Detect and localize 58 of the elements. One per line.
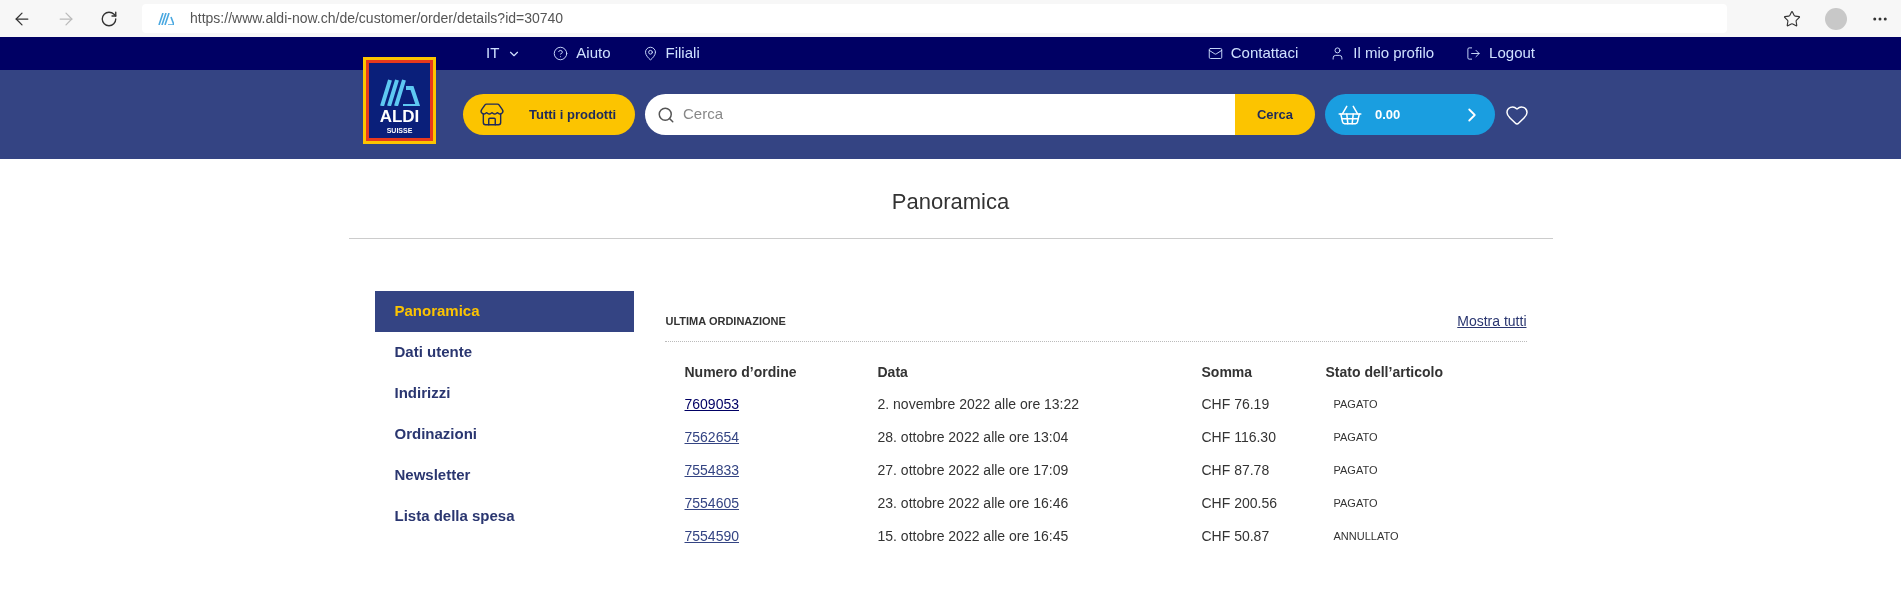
nav-link[interactable]: Filiali	[642, 42, 700, 65]
search-input[interactable]: Cerca	[683, 103, 1235, 126]
column-header: Data	[877, 362, 909, 382]
nav-link[interactable]: Logout	[1466, 42, 1535, 65]
search-icon	[657, 105, 675, 124]
sidebar-item[interactable]: Ordinazioni	[374, 414, 634, 455]
logout-icon	[1466, 46, 1482, 61]
column-header: Stato dell’articolo	[1325, 362, 1444, 382]
order-status: PAGATO	[1332, 397, 1379, 413]
order-sum: CHF 116.30	[1201, 428, 1277, 447]
column-header: Numero d’ordine	[684, 362, 798, 382]
sidebar-item[interactable]: Lista della spesa	[374, 496, 634, 537]
favorites-icon[interactable]	[1783, 9, 1801, 28]
show-all-link[interactable]: Mostra tutti	[1457, 310, 1527, 332]
order-number-link[interactable]: 7554833	[684, 460, 739, 481]
site-icon	[158, 12, 174, 25]
order-date: 28. ottobre 2022 alle ore 13:04	[877, 428, 1070, 447]
nav-link[interactable]: Aiuto	[553, 42, 611, 65]
column-header: Somma	[1201, 362, 1254, 382]
location-pin-icon	[642, 46, 658, 61]
mail-icon	[1207, 46, 1223, 61]
all-products-button[interactable]: Tutti i prodotti	[463, 94, 635, 135]
order-date: 2. novembre 2022 alle ore 13:22	[877, 395, 1081, 414]
section-title: ULTIMA ORDINAZIONE	[665, 313, 786, 329]
language-selector[interactable]: IT	[486, 42, 522, 65]
url-text: https://www.aldi-now.ch/de/customer/order/details?id=30740	[190, 9, 564, 28]
address-bar[interactable]: https://www.aldi-now.ch/de/customer/order/details?id=30740	[142, 4, 1727, 33]
order-status: PAGATO	[1332, 496, 1379, 512]
order-date: 27. ottobre 2022 alle ore 17:09	[877, 461, 1070, 480]
order-sum: CHF 76.19	[1201, 395, 1271, 414]
order-number-link[interactable]: 7562654	[684, 427, 739, 448]
order-date: 15. ottobre 2022 alle ore 16:45	[877, 527, 1070, 546]
sidebar-item[interactable]: Panoramica	[374, 291, 634, 332]
logo-text: ALDI	[379, 108, 420, 125]
search-button[interactable]: Cerca	[1235, 94, 1315, 135]
sidebar-item[interactable]: Dati utente	[374, 332, 634, 373]
order-sum: CHF 50.87	[1201, 527, 1271, 546]
order-sum: CHF 200.56	[1201, 494, 1278, 513]
shop-icon	[479, 101, 505, 128]
order-sum: CHF 87.78	[1201, 461, 1271, 480]
help-icon	[553, 46, 569, 61]
search-field[interactable]: Cerca	[645, 94, 1235, 135]
user-icon	[1330, 46, 1346, 61]
stripes-icon	[379, 78, 420, 106]
order-status: PAGATO	[1332, 463, 1379, 479]
sidebar-item[interactable]: Indirizzi	[374, 373, 634, 414]
order-number-link[interactable]: 7554590	[684, 526, 739, 547]
order-status: PAGATO	[1332, 430, 1379, 446]
nav-link[interactable]: Contattaci	[1207, 42, 1299, 65]
cart-total: 0.00	[1375, 105, 1401, 124]
sidebar-item[interactable]: Newsletter	[374, 455, 634, 496]
order-number-link[interactable]: 7554605	[684, 493, 739, 514]
order-status: ANNULLATO	[1332, 529, 1400, 545]
order-date: 23. ottobre 2022 alle ore 16:46	[877, 494, 1070, 513]
reload-icon[interactable]	[100, 9, 118, 28]
order-number-link[interactable]: 7609053	[684, 394, 739, 415]
nav-link[interactable]: Il mio profilo	[1330, 42, 1435, 65]
page-title: Panoramica	[348, 159, 1553, 239]
